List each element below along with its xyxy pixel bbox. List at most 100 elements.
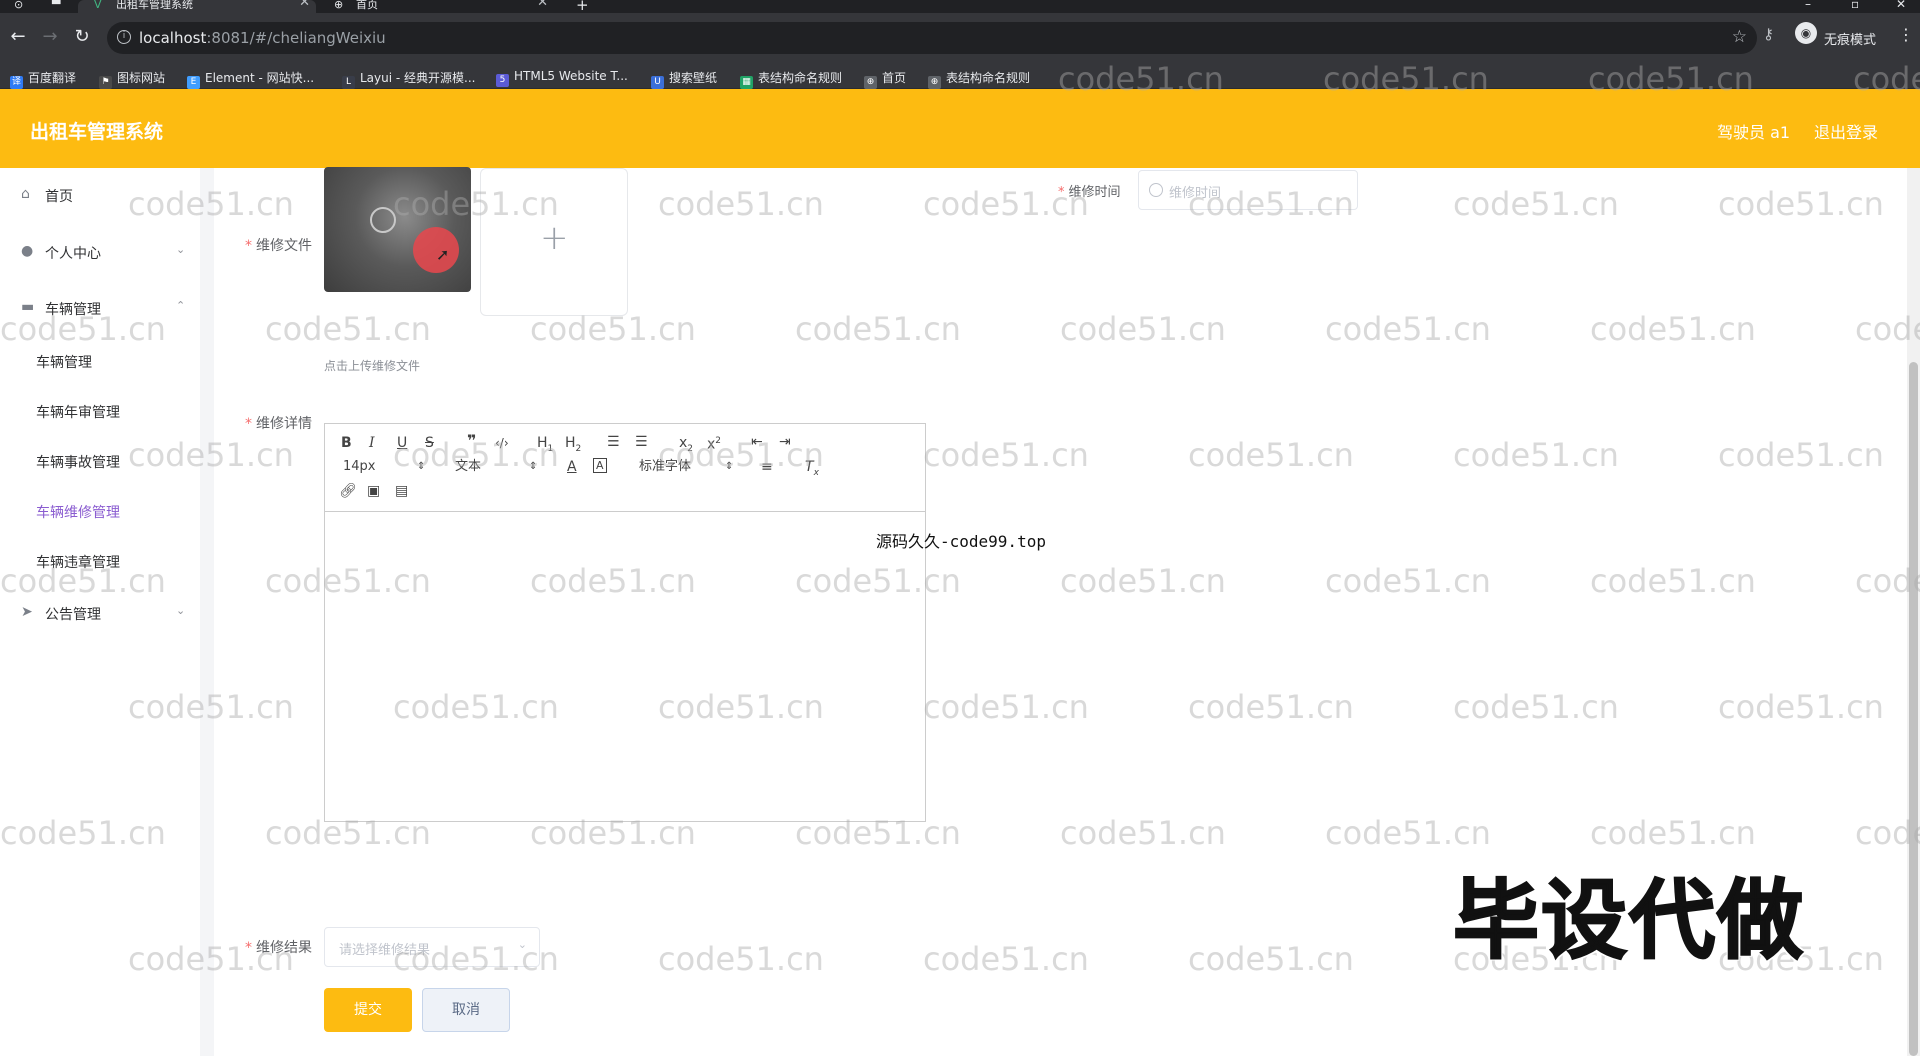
tab-home[interactable]: ⊕ 首页 ✕ <box>322 0 554 13</box>
watermark-text: code51.cn <box>1590 310 1756 348</box>
chevron-down-icon: ⌄ <box>517 938 527 951</box>
sidebar-sub-vehicles[interactable]: 车辆管理 <box>36 352 92 372</box>
align-icon[interactable]: ≡ <box>761 458 773 476</box>
cancel-button[interactable]: 取消 <box>422 988 510 1032</box>
sidebar-sub-accident[interactable]: 车辆事故管理 <box>36 452 120 472</box>
sidebar-sub-violation[interactable]: 车辆违章管理 <box>36 552 120 572</box>
submit-button[interactable]: 提交 <box>324 988 412 1032</box>
sidebar-item-vehicles[interactable]: ▬ 车辆管理 ⌃ <box>0 290 200 330</box>
new-tab-icon[interactable]: + <box>576 0 589 13</box>
close-icon[interactable]: ✕ <box>299 0 310 9</box>
url-text[interactable]: localhost:8081/#/cheliangWeixiu <box>139 29 386 47</box>
watermark-text: code51.cn <box>1453 185 1619 223</box>
tab-active[interactable]: V 出租车管理系统 ✕ <box>78 0 316 13</box>
rich-text-editor[interactable]: B I U S ❞ ‹/› H1 H2 ☰ ☰ x2 x2 ⇤ ⇥ 14px ⇕… <box>324 423 926 822</box>
indent-icon[interactable]: ⇥ <box>779 433 791 451</box>
browser-window-icon: ▀ <box>52 0 61 11</box>
bullet-list-icon[interactable]: ☰ <box>635 433 648 451</box>
incognito-icon[interactable]: ◉ <box>1795 22 1817 44</box>
bookmark-item[interactable]: 5 HTML5 Website T... <box>496 69 628 87</box>
bold-icon[interactable]: B <box>341 434 352 452</box>
incognito-label[interactable]: 无痕模式 <box>1824 29 1876 48</box>
wallpaper-icon: U <box>651 76 664 89</box>
chevron-up-icon: ⌃ <box>176 299 186 312</box>
outdent-icon[interactable]: ⇤ <box>751 433 763 451</box>
heading2-icon[interactable]: H2 <box>565 434 581 458</box>
link-icon[interactable]: 🔗︎ <box>339 482 357 500</box>
reload-icon[interactable]: ↻ <box>70 25 94 49</box>
sidebar-divider <box>200 168 214 1056</box>
upload-button[interactable]: + <box>480 168 628 316</box>
browser-toolbar: ← → ↻ i localhost:8081/#/cheliangWeixiu … <box>0 13 1920 63</box>
watermark-text: code51.cn <box>1325 562 1491 600</box>
blockquote-icon[interactable]: ❞ <box>467 432 476 450</box>
window-close-icon[interactable]: ✕ <box>1896 0 1906 11</box>
app-header: 出租车管理系统 驾驶员 a1 退出登录 <box>0 89 1920 168</box>
font-size-select[interactable]: 14px <box>343 458 376 476</box>
code-icon[interactable]: ‹/› <box>495 434 509 452</box>
watermark-text: code51.cn <box>923 436 1089 474</box>
bookmark-item[interactable]: L Layui - 经典开源模... <box>342 69 475 89</box>
html5-icon: 5 <box>496 74 509 87</box>
bookmark-item[interactable]: 译百度翻译 <box>10 69 76 89</box>
scrollbar-thumb[interactable] <box>1909 362 1918 1056</box>
bookmark-star-icon[interactable]: ☆ <box>1732 27 1747 47</box>
bookmark-item[interactable]: ⊕ 表结构命名规则 <box>928 69 1030 89</box>
address-bar[interactable]: i localhost:8081/#/cheliangWeixiu ☆ <box>107 22 1757 54</box>
bookmarks-bar: 译百度翻译 ⚑ 图标网站 E Element - 网站快... L Layui - 经… <box>0 63 1920 89</box>
underline-icon[interactable]: U <box>397 434 407 452</box>
heading1-icon[interactable]: H1 <box>537 434 553 458</box>
sidebar-sub-repair[interactable]: 车辆维修管理 <box>36 502 120 522</box>
bookmark-item[interactable]: ⚑ 图标网站 <box>99 69 165 89</box>
watermark-text: code51.cn <box>923 688 1089 726</box>
watermark-text: code51.cn <box>1718 185 1884 223</box>
user-icon: ● <box>21 243 34 259</box>
info-icon[interactable]: i <box>117 30 131 44</box>
logout-button[interactable]: 退出登录 <box>1814 119 1878 143</box>
repair-result-select[interactable]: 请选择维修结果 ⌄ <box>324 927 540 967</box>
uploaded-image-thumbnail[interactable] <box>324 167 471 292</box>
forward-icon[interactable]: → <box>38 25 62 49</box>
app-title: 出租车管理系统 <box>30 121 164 143</box>
editor-content[interactable] <box>325 512 925 821</box>
watermark-text: code51.cn <box>1718 688 1884 726</box>
strike-icon[interactable]: S <box>425 434 434 452</box>
sidebar-sub-annual-review[interactable]: 车辆年审管理 <box>36 402 120 422</box>
key-icon[interactable]: ⚷ <box>1763 25 1774 43</box>
watermark-text: code51.cn <box>265 310 431 348</box>
text-type-select[interactable]: 文本 <box>455 458 481 476</box>
time-label: * 维修时间 <box>1058 185 1121 200</box>
home-icon: ⌂ <box>21 186 30 202</box>
bookmark-item[interactable]: U 搜索壁纸 <box>651 69 717 89</box>
result-label: * 维修结果 <box>245 940 312 956</box>
italic-icon[interactable]: I <box>369 434 375 452</box>
watermark-text: code51.cn <box>658 185 824 223</box>
ordered-list-icon[interactable]: ☰ <box>607 433 620 451</box>
font-family-select[interactable]: 标准字体 <box>639 458 691 476</box>
watermark-text: code51.cn <box>1060 814 1226 852</box>
bookmark-item[interactable]: ⊕ 首页 <box>864 69 906 89</box>
font-color-icon[interactable]: A <box>567 458 577 476</box>
minimize-icon[interactable]: – <box>1805 0 1811 11</box>
watermark-text: code51.cn <box>1325 310 1491 348</box>
back-icon[interactable]: ← <box>6 25 30 49</box>
cursor-icon: ➚ <box>436 245 450 264</box>
watermark-text: code51.cn <box>1060 310 1226 348</box>
sidebar-item-home[interactable]: ⌂ 首页 <box>0 177 200 217</box>
sidebar-item-profile[interactable]: ● 个人中心 ⌄ <box>0 234 200 274</box>
menu-dots-icon[interactable]: ⋮ <box>1898 25 1914 44</box>
image-icon[interactable]: ▣ <box>367 482 380 500</box>
video-icon[interactable]: ▤ <box>395 482 408 500</box>
maximize-icon[interactable]: ▫ <box>1851 0 1859 11</box>
subscript-icon[interactable]: x2 <box>679 434 693 458</box>
chevron-down-icon: ⌄ <box>176 604 186 617</box>
globe-icon: ⊕ <box>864 76 877 89</box>
background-color-icon[interactable]: A <box>593 458 607 473</box>
sidebar-item-notice[interactable]: ➤ 公告管理 ⌄ <box>0 595 200 635</box>
close-icon[interactable]: ✕ <box>537 0 548 9</box>
repair-time-input[interactable]: 维修时间 <box>1138 170 1358 210</box>
bookmark-item[interactable]: E Element - 网站快... <box>187 69 314 89</box>
clear-format-icon[interactable]: Tx <box>805 458 819 482</box>
bookmark-item[interactable]: ▦ 表结构命名规则 <box>740 69 842 89</box>
superscript-icon[interactable]: x2 <box>707 432 721 454</box>
